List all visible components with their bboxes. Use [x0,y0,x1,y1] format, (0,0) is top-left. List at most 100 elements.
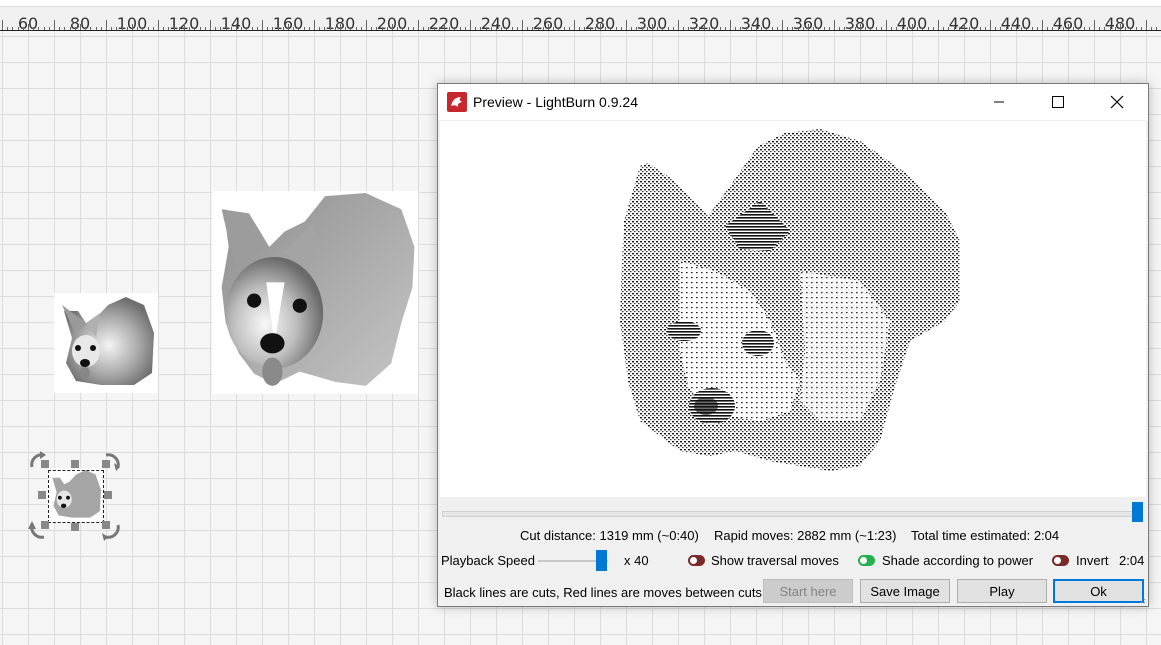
ruler-tick [54,20,55,30]
play-button[interactable]: Play [957,579,1047,603]
show-traversal-toggle[interactable] [688,555,705,566]
close-button[interactable] [1088,84,1146,120]
ok-button[interactable]: Ok [1053,579,1144,603]
ruler-tick [901,27,903,30]
ruler-tick [459,27,461,30]
timeline-track[interactable] [442,511,1134,517]
rotate-handle-bottom-left-icon[interactable] [28,521,48,541]
maximize-button[interactable] [1029,84,1087,120]
ruler-tick [730,20,731,30]
resize-handle-top[interactable] [71,460,79,468]
ruler-tick [844,27,846,30]
corgi-image-small[interactable] [54,293,158,393]
ruler-tick [204,27,206,30]
ruler-tick [537,27,539,30]
ruler-tick [329,27,331,30]
ruler-tick [828,27,830,30]
preview-legend-hint: Black lines are cuts, Red lines are move… [444,585,762,600]
ruler-tick [854,27,856,30]
ruler-tick [995,27,997,30]
ruler-tick [631,27,633,30]
ruler-tick [397,27,399,30]
ruler-tick [386,27,388,30]
start-here-button[interactable]: Start here [763,579,853,603]
ruler-tick [2,20,3,30]
ruler-tick [574,20,575,30]
invert-toggle[interactable] [1052,555,1069,566]
ruler-tick [64,27,66,30]
ruler-tick [542,27,544,30]
ruler-tick [719,27,721,30]
ruler-tick [813,27,815,30]
ruler-tick [704,24,705,30]
rotate-handle-bottom-right-icon[interactable] [102,521,122,541]
ruler-tick [714,27,716,30]
ruler-tick [381,27,383,30]
playback-timeline[interactable] [440,497,1146,524]
ruler-tick [7,27,9,30]
corgi-image-large[interactable] [212,191,418,394]
ruler-tick [340,24,341,30]
resize-grip-icon[interactable] [1138,596,1146,604]
save-image-button[interactable]: Save Image [860,579,950,603]
ruler-tick [1120,24,1121,30]
ruler-tick [142,27,144,30]
ruler-tick [1047,27,1049,30]
timeline-slider-thumb[interactable] [1132,502,1143,522]
ruler-tick [990,20,991,30]
ruler-tick [423,27,425,30]
ruler-tick [906,27,908,30]
ruler-tick [12,27,14,30]
resize-handle-left[interactable] [38,491,46,499]
preview-window: Preview - LightBurn 0.9.24 Cut distance:… [437,83,1149,607]
ruler-tick [282,27,284,30]
playback-speed-thumb[interactable] [596,550,607,571]
ruler-tick [95,27,97,30]
ruler-tick [1146,20,1147,30]
resize-handle-right[interactable] [104,491,112,499]
shade-power-toggle[interactable] [858,555,875,566]
corgi-image-large-graphic [221,193,415,386]
ruler-tick [1151,27,1153,30]
ruler-tick [927,27,929,30]
close-icon [1110,95,1124,109]
rotate-handle-top-right-icon[interactable] [102,451,122,471]
ruler-tick [527,27,529,30]
ruler-tick [948,27,950,30]
ruler-tick [620,27,622,30]
ruler-tick [657,27,659,30]
ruler-tick [1016,24,1017,30]
ruler-tick [745,27,747,30]
minimize-button[interactable] [970,84,1028,120]
window-titlebar[interactable]: Preview - LightBurn 0.9.24 [438,84,1148,120]
ruler-tick [678,20,679,30]
ruler-tick [490,27,492,30]
ruler-tick [48,27,50,30]
resize-handle-bottom[interactable] [71,523,79,531]
ruler-tick [932,27,934,30]
ruler-tick [938,20,939,30]
ruler-tick [579,27,581,30]
corgi-image-small-graphic [62,297,154,385]
ruler-tick [839,27,841,30]
ruler-tick [636,27,638,30]
ruler-tick [787,27,789,30]
ruler-tick [797,27,799,30]
rotate-handle-top-left-icon[interactable] [28,451,48,471]
ruler-tick [553,27,555,30]
ruler-tick [428,27,430,30]
ruler-tick [667,27,669,30]
selection-box[interactable] [48,470,104,523]
ruler-tick [376,27,378,30]
ruler-tick [1109,27,1111,30]
current-time-text: 2:04 [1119,553,1145,568]
ruler-tick [1094,20,1095,30]
ruler-tick [1005,27,1007,30]
ruler-tick [230,27,232,30]
ruler-tick [969,27,971,30]
ruler-tick [626,20,627,30]
ruler-tick [974,27,976,30]
ruler-tick [412,27,414,30]
ruler-tick [506,27,508,30]
ruler-tick [345,27,347,30]
